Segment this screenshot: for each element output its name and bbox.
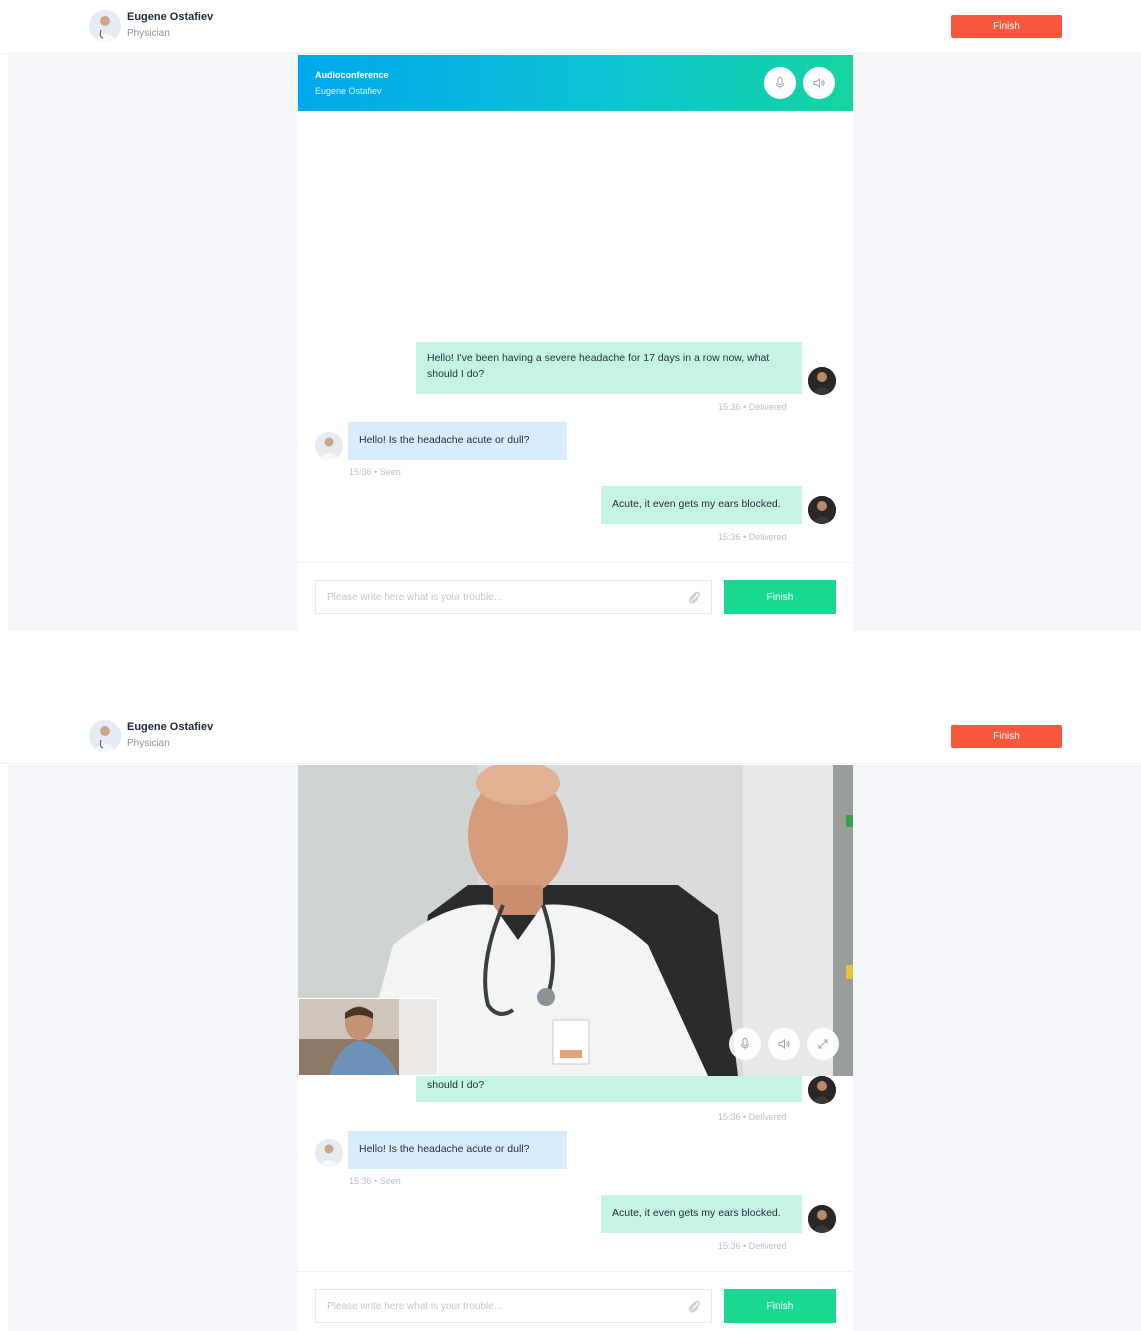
message-status: Seen bbox=[379, 467, 401, 477]
message-meta: 15:36 • Delivered bbox=[718, 1241, 787, 1251]
call-subtitle: Eugene Ostafiev bbox=[315, 86, 382, 96]
audioconference-screen: Eugene Ostafiev Physician Finish Audioco… bbox=[0, 0, 1141, 631]
doctor-role: Physician bbox=[127, 28, 170, 39]
message-meta: 15:36 • Delivered bbox=[718, 532, 787, 542]
message-meta: 15:36 • Delivered bbox=[718, 1112, 787, 1122]
doctor-role: Physician bbox=[127, 738, 170, 749]
doctor-video-stream[interactable] bbox=[298, 765, 853, 1076]
message-time: 15:36 bbox=[718, 402, 741, 412]
top-bar: Eugene Ostafiev Physician Finish bbox=[0, 710, 1141, 764]
message-status: Delivered bbox=[748, 402, 787, 412]
paperclip-icon[interactable] bbox=[687, 1299, 701, 1313]
incoming-message: Hello! Is the headache acute or dull? bbox=[348, 422, 567, 460]
meta-separator: • bbox=[374, 1176, 378, 1186]
doctor-message-avatar bbox=[315, 432, 343, 460]
speaker-icon bbox=[778, 1038, 790, 1050]
call-title: Audioconference bbox=[315, 70, 389, 80]
speaker-button[interactable] bbox=[803, 67, 835, 99]
message-meta: 15:36 • Delivered bbox=[718, 402, 787, 412]
message-meta: 15:36 • Seen bbox=[349, 1176, 401, 1186]
message-composer: Finish bbox=[298, 1271, 853, 1331]
message-time: 15:36 bbox=[349, 1176, 372, 1186]
message-status: Delivered bbox=[748, 1241, 787, 1251]
incoming-message: Hello! Is the headache acute or dull? bbox=[348, 1131, 567, 1169]
outgoing-message: Acute, it even gets my ears blocked. bbox=[601, 486, 802, 524]
doctor-name: Eugene Ostafiev bbox=[127, 721, 214, 733]
patient-avatar bbox=[808, 367, 836, 395]
expand-icon bbox=[818, 1039, 828, 1049]
message-tail-text: should I do? bbox=[427, 1079, 485, 1091]
message-status: Seen bbox=[379, 1176, 401, 1186]
speaker-icon bbox=[813, 77, 825, 89]
patient-video-thumbnail[interactable] bbox=[298, 998, 438, 1076]
send-finish-button[interactable]: Finish bbox=[724, 1289, 836, 1323]
message-status: Delivered bbox=[748, 1112, 787, 1122]
meta-separator: • bbox=[743, 402, 747, 412]
doctor-avatar bbox=[89, 10, 121, 42]
chat-panel: should I do? 15:36 • Delivered Hello! Is… bbox=[298, 765, 853, 1331]
doctor-message-avatar bbox=[315, 1139, 343, 1167]
finish-button[interactable]: Finish bbox=[951, 725, 1062, 748]
message-input[interactable] bbox=[316, 1290, 676, 1322]
fullscreen-button[interactable] bbox=[807, 1028, 839, 1060]
message-meta: 15:36 • Seen bbox=[349, 467, 401, 477]
message-input[interactable] bbox=[316, 581, 676, 613]
patient-avatar bbox=[808, 1205, 836, 1233]
top-bar: Eugene Ostafiev Physician Finish bbox=[0, 0, 1141, 54]
speaker-button[interactable] bbox=[768, 1028, 800, 1060]
doctor-avatar bbox=[89, 720, 121, 752]
message-status: Delivered bbox=[748, 532, 787, 542]
finish-button[interactable]: Finish bbox=[951, 15, 1062, 38]
message-time: 15:36 bbox=[349, 467, 372, 477]
meta-separator: • bbox=[743, 1112, 747, 1122]
paperclip-icon[interactable] bbox=[687, 590, 701, 604]
meta-separator: • bbox=[743, 532, 747, 542]
message-composer: Finish bbox=[298, 562, 853, 631]
message-input-box bbox=[315, 1289, 712, 1323]
outgoing-message: Acute, it even gets my ears blocked. bbox=[601, 1195, 802, 1233]
call-header: Audioconference Eugene Ostafiev bbox=[298, 55, 853, 111]
meta-separator: • bbox=[743, 1241, 747, 1251]
microphone-icon bbox=[741, 1038, 749, 1050]
message-time: 15:36 bbox=[718, 1241, 741, 1251]
mute-microphone-button[interactable] bbox=[729, 1028, 761, 1060]
meta-separator: • bbox=[374, 467, 378, 477]
message-time: 15:36 bbox=[718, 532, 741, 542]
mute-microphone-button[interactable] bbox=[764, 67, 796, 99]
patient-avatar bbox=[808, 496, 836, 524]
send-finish-button[interactable]: Finish bbox=[724, 580, 836, 614]
chat-panel: Audioconference Eugene Ostafiev Hello! I… bbox=[298, 55, 853, 631]
patient-avatar bbox=[808, 1076, 836, 1104]
doctor-name: Eugene Ostafiev bbox=[127, 11, 214, 23]
microphone-icon bbox=[776, 77, 784, 89]
message-time: 15:36 bbox=[718, 1112, 741, 1122]
outgoing-message: Hello! I've been having a severe headach… bbox=[416, 342, 802, 394]
videoconference-screen: Eugene Ostafiev Physician Finish should … bbox=[0, 710, 1141, 1331]
message-input-box bbox=[315, 580, 712, 614]
